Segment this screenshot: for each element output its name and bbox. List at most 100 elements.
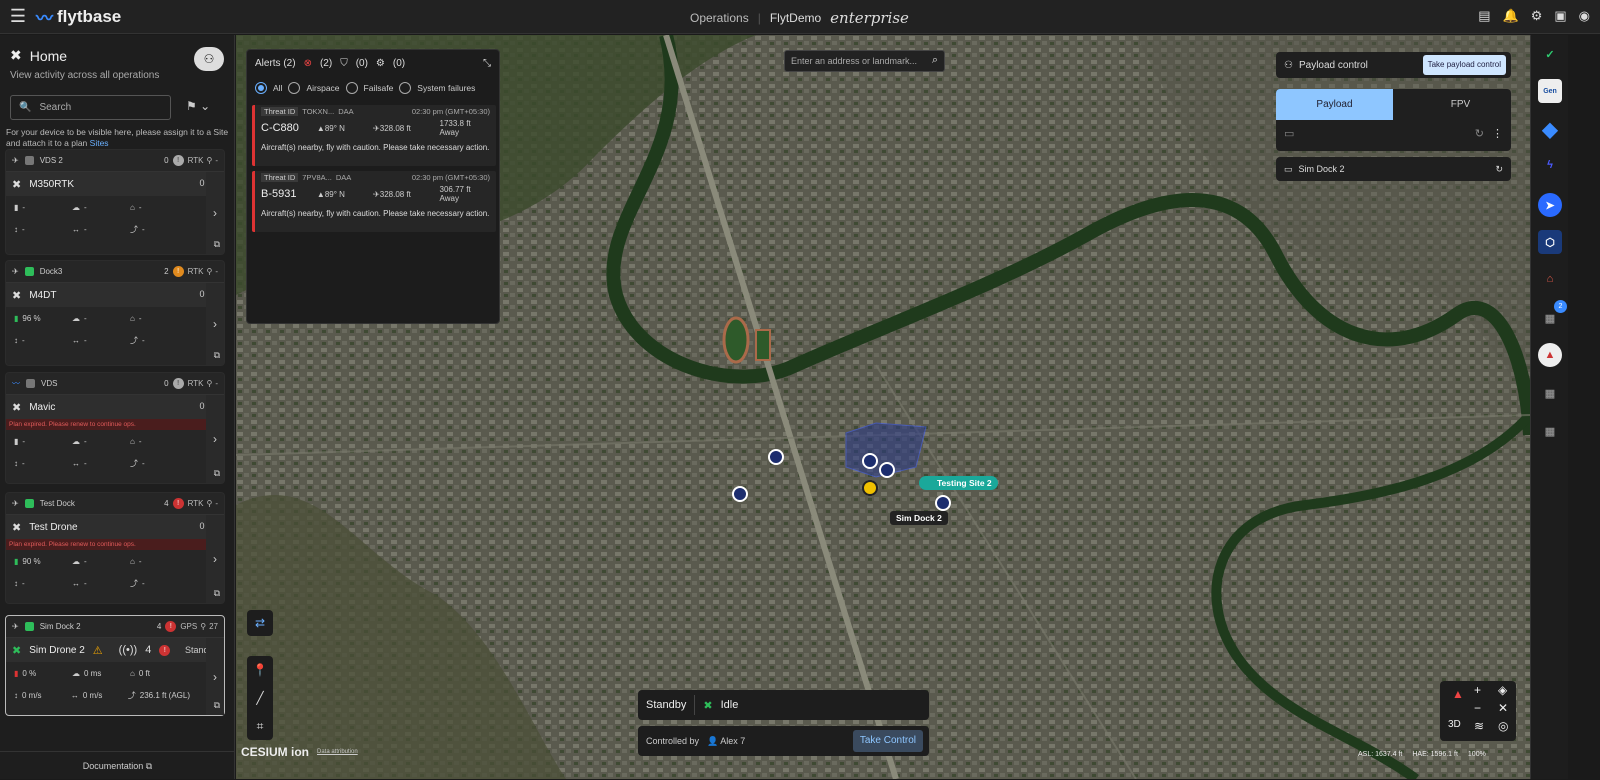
alert-triangle-icon[interactable]: ▲ xyxy=(1538,343,1562,367)
drone-icon: ✈ xyxy=(12,499,19,508)
refresh-icon[interactable]: ↻ xyxy=(1495,164,1503,175)
device-card[interactable]: ✈VDS 20!RTK⚲- ✖M350RTK0 ! ▮ -☁ -⌂ - ↕ -↔… xyxy=(5,149,225,255)
apps-icon[interactable]: ▦ xyxy=(1538,419,1562,443)
dock-label[interactable]: Sim Dock 2 xyxy=(890,511,948,525)
map-marker[interactable] xyxy=(732,486,748,502)
add-device-button[interactable]: ⚇ xyxy=(194,47,224,71)
collapse-icon[interactable]: ⤡ xyxy=(483,58,491,69)
device-card[interactable]: 〰VDS0!RTK⚲- ✖Mavic0 ! Plan expired. Plea… xyxy=(5,372,225,484)
search-input[interactable]: 🔍 Search xyxy=(10,95,171,120)
map-marker[interactable] xyxy=(879,462,895,478)
navigation-icon[interactable]: ➤ xyxy=(1538,193,1562,217)
filter-failsafe-label: Failsafe xyxy=(363,83,394,93)
drone-icon: ✖ xyxy=(12,289,22,302)
data-attribution-link[interactable]: Data attribution xyxy=(317,749,358,755)
flytbase-logo[interactable]: 〰 flytbase xyxy=(36,4,121,29)
compass-icon[interactable]: ▲ xyxy=(1452,687,1464,701)
warning-icon: ⚠ xyxy=(92,644,103,657)
filter-failsafe-radio[interactable] xyxy=(345,82,358,94)
asl-readout: ASL: 1637.4 ft xyxy=(1358,751,1403,758)
cube-icon[interactable]: ◈ xyxy=(1498,683,1507,697)
plan-expired-banner: Plan expired. Please renew to continue o… xyxy=(6,539,224,550)
apps-icon[interactable]: ▦ xyxy=(1538,381,1562,405)
cesium-logo: CESIUM ion Data attribution xyxy=(241,745,358,759)
open-external-icon[interactable]: ⧉ xyxy=(214,588,220,599)
3d-toggle[interactable]: 3D xyxy=(1448,719,1461,730)
open-external-icon[interactable]: ⧉ xyxy=(214,468,220,479)
open-external-icon[interactable]: ⧉ xyxy=(214,350,220,361)
controller-name: Alex 7 xyxy=(720,736,746,746)
tab-payload[interactable]: Payload xyxy=(1276,89,1393,120)
dock-name: Test Dock xyxy=(39,499,75,508)
map-footer: ASL: 1637.4 ft HAE: 1596.1 ft 100% xyxy=(1358,751,1486,758)
zoom-in-icon[interactable]: + xyxy=(1474,683,1481,697)
tab-fpv[interactable]: FPV xyxy=(1402,89,1511,120)
map-marker[interactable] xyxy=(768,449,784,465)
heading: 89° N xyxy=(324,123,345,133)
building-icon[interactable]: ⌂ xyxy=(1538,267,1562,291)
shield-count: (0) xyxy=(355,57,368,69)
genetec-icon[interactable]: Gen xyxy=(1538,79,1562,103)
zoom-out-icon[interactable]: − xyxy=(1474,701,1481,715)
dock-count: 4 xyxy=(156,622,162,631)
hamburger-menu-icon[interactable]: ☰ xyxy=(0,6,36,27)
site-filter-icon[interactable]: ⚑ ⌄ xyxy=(186,99,210,113)
operations-link[interactable]: Operations xyxy=(690,11,749,25)
more-options-icon[interactable]: ⋮ xyxy=(1492,127,1503,140)
map-marker[interactable] xyxy=(935,495,951,511)
dock-count: 0 xyxy=(164,379,169,388)
threat-id: TOKXN... xyxy=(302,107,335,116)
filter-airspace-radio[interactable] xyxy=(288,82,301,94)
crop-tool-icon[interactable]: ⌗ xyxy=(247,712,273,740)
page-title: Home xyxy=(29,47,68,64)
diamond-icon[interactable]: ◆ xyxy=(1538,117,1562,141)
gift-icon[interactable]: ▣ xyxy=(1554,8,1566,24)
site-label[interactable]: Testing Site 2 xyxy=(919,476,998,490)
address-search-input[interactable]: Enter an address or landmark... ⌕ xyxy=(784,50,945,72)
device-card-selected[interactable]: ✈ Sim Dock 2 4! GPS ⚲ 27 ✖ Sim Drone 2 ⚠ ((•)) 4!… xyxy=(5,615,225,716)
analytics-icon[interactable]: ▤ xyxy=(1478,8,1490,24)
satellite-icon: ⚲ xyxy=(206,379,213,388)
hspeed-stat: ↔ - xyxy=(72,335,87,345)
sites-link[interactable]: Sites xyxy=(90,138,109,148)
layers-icon[interactable]: ≋ xyxy=(1474,719,1484,733)
integrations-rail: ✓ Gen ◆ ϟ ➤ ⬡ ⌂ ▦ 2 ▲ ▦ ▦ xyxy=(1530,35,1568,779)
open-external-icon[interactable]: ⧉ xyxy=(214,239,220,250)
altitude-stat: ⤴ - xyxy=(130,335,145,345)
heading-icon: ▲ xyxy=(316,189,325,199)
filter-system-radio[interactable] xyxy=(399,82,412,94)
vspeed-stat: ↕ - xyxy=(14,458,25,468)
search-icon: 🔍 xyxy=(19,102,32,113)
open-external-icon[interactable]: ⧉ xyxy=(214,700,220,711)
fullscreen-icon[interactable]: ✕ xyxy=(1498,701,1508,715)
search-icon[interactable]: ⌕ xyxy=(932,54,938,67)
heading: 89° N xyxy=(324,189,345,199)
rail-badge: 2 xyxy=(1554,300,1567,313)
account-icon[interactable]: ◉ xyxy=(1579,8,1590,24)
drone-marker[interactable] xyxy=(862,480,878,496)
drone-icon: 〰 xyxy=(12,379,20,388)
refresh-icon[interactable]: ↻ xyxy=(1475,127,1484,140)
take-control-button[interactable]: Take Control xyxy=(852,730,923,752)
line-tool-icon[interactable]: ╱ xyxy=(247,684,273,712)
device-card[interactable]: ✈Dock32!RTK⚲- ✖M4DT0 ! ▮ 96 %☁ -⌂ - ↕ -↔… xyxy=(5,260,225,366)
documentation-link[interactable]: Documentation ⧉ xyxy=(0,751,235,779)
lightning-icon[interactable]: ϟ xyxy=(1538,153,1562,177)
rtk-label: RTK xyxy=(187,267,204,276)
alert-card[interactable]: Threat ID 7PV8A... DAA 02:30 pm (GMT+05:30)… xyxy=(252,171,496,232)
alert-card[interactable]: Threat ID TOKXN... DAA 02:30 pm (GMT+05:30)… xyxy=(252,105,496,166)
sim-dock-feed[interactable]: ▭ Sim Dock 2 ↻ xyxy=(1276,157,1511,181)
take-payload-control-button[interactable]: Take payload control xyxy=(1422,55,1506,75)
hex-icon[interactable]: ⬡ xyxy=(1538,230,1562,254)
locate-icon[interactable]: ◎ xyxy=(1498,719,1508,733)
swap-view-icon[interactable]: ⇄ xyxy=(247,610,273,636)
settings-icon[interactable]: ⚙ xyxy=(1531,8,1543,24)
rtk-label: RTK xyxy=(187,156,204,165)
device-card[interactable]: ✈Test Dock4!RTK⚲- ✖Test Drone0 ! Plan ex… xyxy=(5,492,225,604)
org-name[interactable]: FlytDemo xyxy=(770,11,821,25)
pin-tool-icon[interactable]: 📍 xyxy=(247,656,273,684)
map-marker[interactable] xyxy=(862,453,878,469)
integration-1-icon[interactable]: ✓ xyxy=(1538,42,1562,66)
filter-all-radio[interactable] xyxy=(255,82,267,94)
notifications-icon[interactable]: 🔔 xyxy=(1503,8,1519,24)
